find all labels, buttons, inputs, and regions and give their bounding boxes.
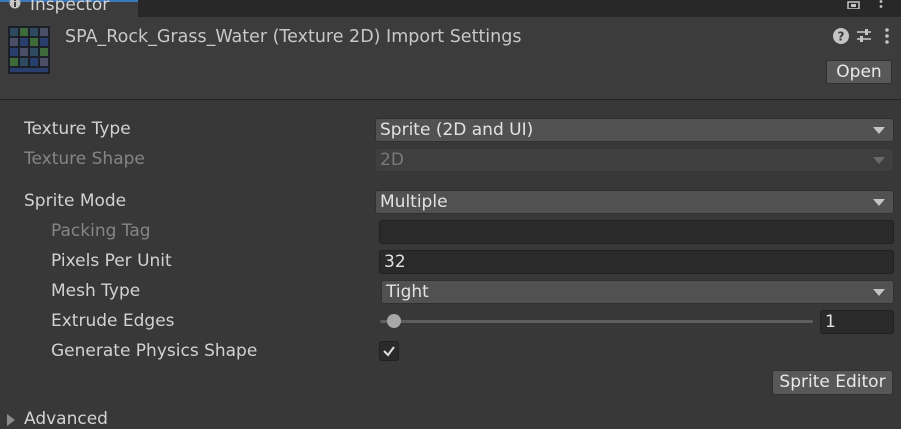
- chevron-down-icon: [873, 127, 885, 134]
- packing-tag-input[interactable]: [379, 220, 894, 244]
- foldout-arrow-icon[interactable]: [7, 414, 15, 426]
- advanced-foldout-label[interactable]: Advanced: [24, 409, 108, 429]
- pixels-per-unit-input[interactable]: 32: [379, 250, 894, 274]
- sprite-mode-dropdown[interactable]: Multiple: [375, 190, 894, 214]
- texture-shape-label: Texture Shape: [24, 149, 145, 169]
- texture-shape-dropdown: 2D: [375, 148, 894, 172]
- mesh-type-label: Mesh Type: [51, 281, 141, 301]
- lock-icon[interactable]: [847, 0, 861, 9]
- more-icon[interactable]: [878, 27, 896, 45]
- info-icon: [9, 0, 21, 9]
- tab-menu-icon[interactable]: [877, 0, 885, 10]
- generate-physics-shape-checkbox[interactable]: [379, 341, 399, 361]
- chevron-down-icon: [873, 199, 885, 206]
- chevron-down-icon: [873, 289, 885, 296]
- mesh-type-value: Tight: [386, 282, 429, 302]
- generate-physics-shape-label: Generate Physics Shape: [51, 341, 258, 361]
- extrude-edges-label: Extrude Edges: [51, 311, 175, 331]
- slider-handle[interactable]: [386, 314, 401, 328]
- sprite-mode-label: Sprite Mode: [24, 191, 127, 211]
- tab-inspector[interactable]: Inspector: [0, 0, 138, 17]
- sprite-mode-value: Multiple: [380, 192, 448, 212]
- texture-thumbnail: [8, 26, 50, 74]
- texture-type-label: Texture Type: [24, 119, 131, 139]
- svg-text:?: ?: [838, 30, 845, 44]
- pixels-per-unit-label: Pixels Per Unit: [51, 251, 172, 271]
- texture-type-value: Sprite (2D and UI): [380, 120, 534, 140]
- tab-label: Inspector: [30, 0, 110, 15]
- checkmark-icon: [383, 346, 395, 357]
- sprite-editor-button[interactable]: Sprite Editor: [772, 370, 893, 395]
- extrude-edges-input[interactable]: 1: [820, 310, 894, 334]
- open-button[interactable]: Open: [826, 60, 892, 84]
- preset-icon[interactable]: [855, 27, 873, 45]
- chevron-down-icon: [873, 157, 885, 164]
- mesh-type-dropdown[interactable]: Tight: [381, 280, 894, 304]
- texture-type-dropdown[interactable]: Sprite (2D and UI): [375, 118, 894, 142]
- help-icon[interactable]: ?: [832, 27, 850, 45]
- extrude-edges-slider[interactable]: [380, 320, 813, 323]
- packing-tag-label: Packing Tag: [51, 221, 151, 241]
- texture-shape-value: 2D: [380, 150, 404, 170]
- page-title: SPA_Rock_Grass_Water (Texture 2D) Import…: [65, 27, 522, 47]
